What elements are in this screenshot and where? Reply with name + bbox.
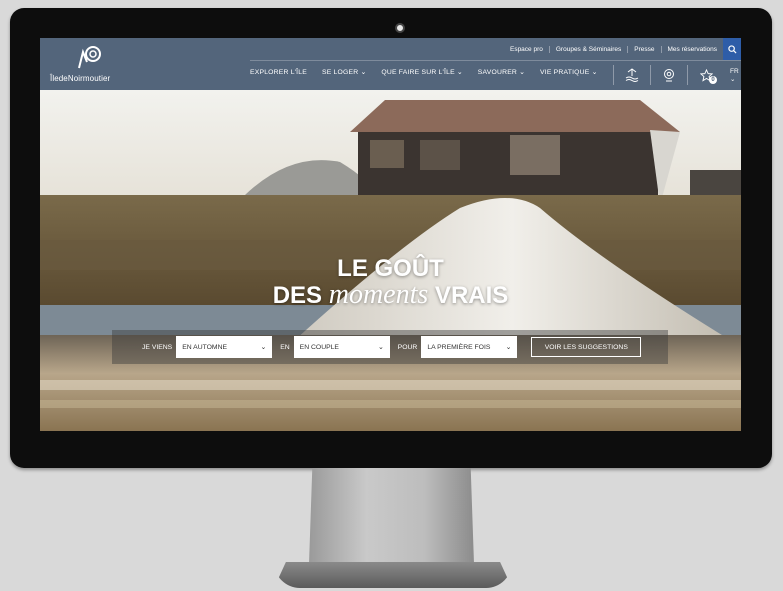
favorites-button[interactable]: 0 — [687, 65, 724, 85]
chevron-down-icon: ⌄ — [730, 76, 736, 83]
hero-title-line1: LE GOÛT — [337, 255, 444, 282]
hero-banner: LE GOÛT DES moments VRAIS JE VIENS EN AU… — [40, 90, 741, 431]
chevron-down-icon: ⌄ — [505, 344, 512, 351]
label-en: EN — [280, 343, 290, 351]
season-select[interactable]: EN AUTOMNE ⌄ — [176, 336, 273, 358]
label-pour: POUR — [397, 343, 418, 351]
logo-spiral-icon — [78, 46, 101, 69]
favorites-count-badge: 0 — [709, 76, 717, 84]
main-navigation: EXPLORER L'ÎLE SE LOGER ⌄ QUE FAIRE SUR … — [250, 68, 613, 77]
nav-vie-pratique[interactable]: VIE PRATIQUE ⌄ — [540, 68, 597, 76]
link-mes-reservations[interactable]: Mes réservations — [662, 46, 724, 53]
screen: LE GOÛT DES moments VRAIS JE VIENS EN AU… — [40, 38, 741, 431]
purpose-select[interactable]: LA PREMIÈRE FOIS ⌄ — [421, 336, 518, 358]
webcam-icon — [664, 69, 674, 82]
header-icons: 0 — [613, 62, 724, 88]
tide-button[interactable] — [613, 65, 650, 85]
header-divider — [250, 60, 741, 61]
nav-explorer-l-ile[interactable]: EXPLORER L'ÎLE — [250, 69, 307, 76]
chevron-down-icon: ⌄ — [377, 344, 384, 351]
chevron-down-icon: ⌄ — [260, 344, 267, 351]
hero-title: LE GOÛT DES moments VRAIS — [40, 256, 741, 309]
language-selector[interactable]: FR ⌄ — [730, 68, 739, 83]
trip-suggestion-form: JE VIENS EN AUTOMNE ⌄ EN EN COUPLE ⌄ POU… — [112, 330, 668, 364]
link-presse[interactable]: Presse — [628, 45, 662, 53]
nav-se-loger[interactable]: SE LOGER ⌄ — [322, 68, 366, 76]
search-icon — [727, 44, 737, 54]
nav-que-faire[interactable]: QUE FAIRE SUR L'ÎLE ⌄ — [381, 68, 462, 76]
camera-icon — [395, 23, 405, 33]
see-suggestions-button[interactable]: VOIR LES SUGGESTIONS — [531, 337, 642, 357]
label-je-viens: JE VIENS — [142, 343, 173, 351]
link-espace-pro[interactable]: Espace pro — [504, 45, 550, 53]
nav-savourer[interactable]: SAVOURER ⌄ — [478, 68, 525, 76]
monitor-stand-neck — [309, 468, 474, 564]
monitor-stand-base — [274, 562, 512, 588]
company-select[interactable]: EN COUPLE ⌄ — [293, 336, 390, 358]
link-groupes-seminaires[interactable]: Groupes & Séminaires — [550, 45, 629, 53]
webcam-button[interactable] — [650, 65, 687, 85]
utility-links: Espace pro Groupes & Séminaires Presse M… — [504, 38, 741, 60]
hero-title-line2: DES moments VRAIS — [272, 279, 509, 310]
logo-text: ÎledeNoirmoutier — [50, 74, 111, 83]
search-button[interactable] — [723, 38, 741, 60]
tide-icon — [625, 68, 639, 82]
site-header: ÎledeNoirmoutier Espace pro Groupes & Sé… — [40, 38, 741, 90]
site-logo[interactable]: ÎledeNoirmoutier — [50, 44, 120, 86]
hero-title-emphasis: moments — [328, 279, 429, 310]
